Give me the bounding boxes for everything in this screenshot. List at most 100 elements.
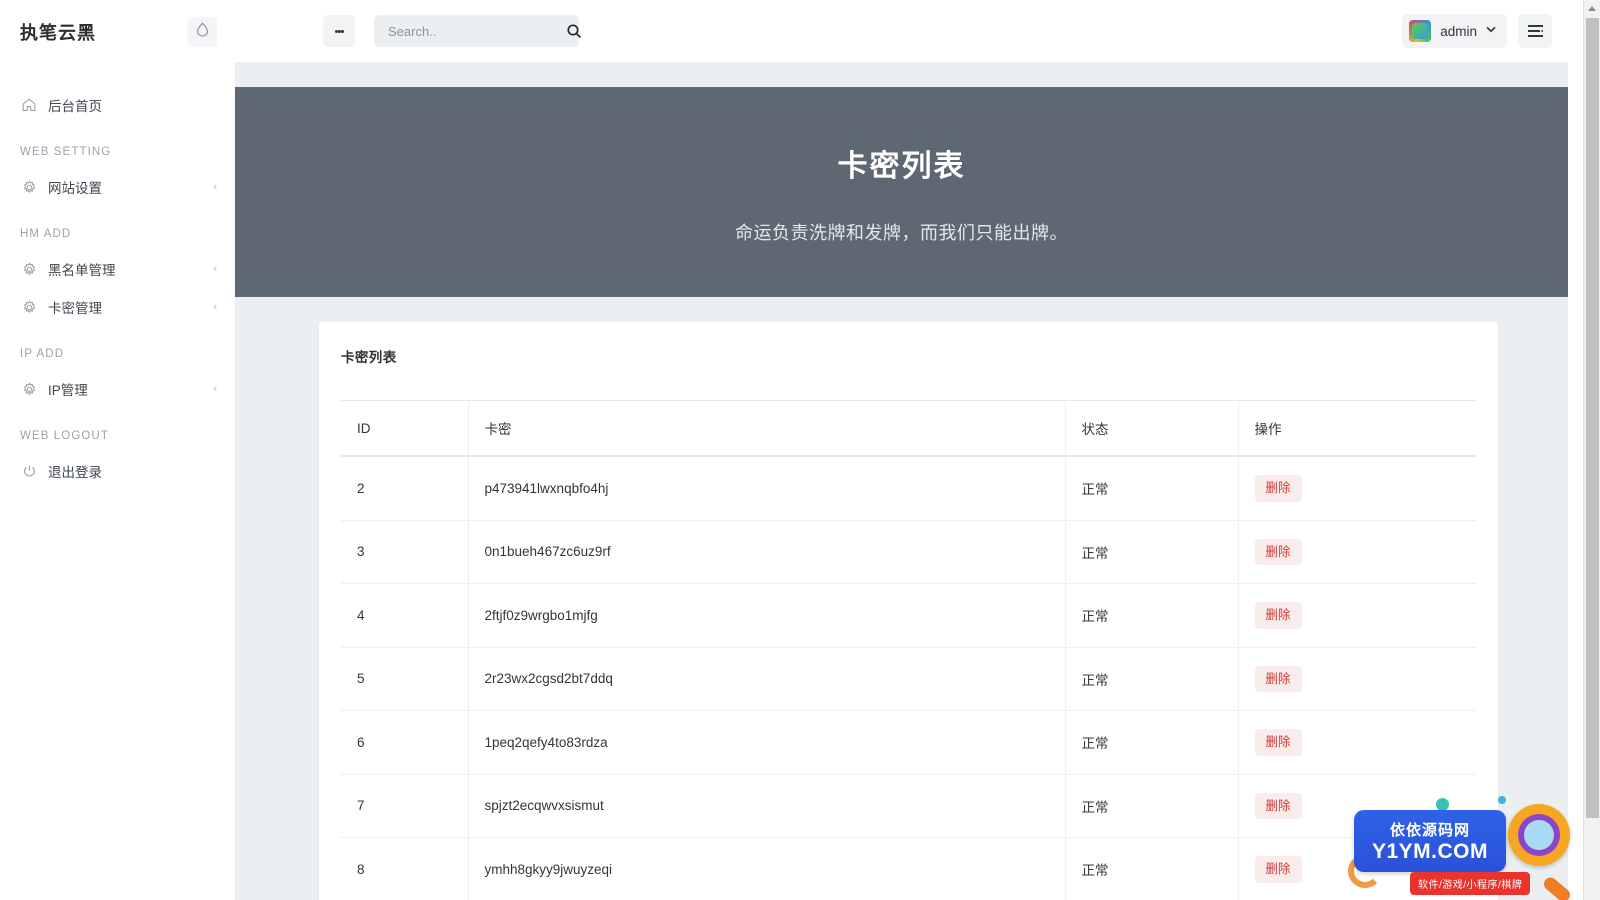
- sidebar-collapse-button[interactable]: [187, 17, 217, 47]
- cell-action: 删除: [1238, 837, 1476, 900]
- status-badge: 正常: [1065, 520, 1239, 584]
- cell-id: 6: [341, 710, 469, 775]
- page-scrollbar[interactable]: [1583, 0, 1600, 900]
- user-name: admin: [1440, 23, 1477, 39]
- kami-table: ID 卡密 状态 操作 2 p473941lwxnqbfo4hj 正常 删除 3…: [341, 400, 1476, 900]
- sidebar: 执笔云黑 后台首页 WEB SETTING 网站设置 ‹ HM ADD 黑名单管…: [0, 0, 235, 900]
- gear-icon: [20, 260, 38, 278]
- sidebar-item-label: 黑名单管理: [48, 263, 116, 278]
- column-header-id: ID: [341, 400, 469, 457]
- delete-button[interactable]: 删除: [1254, 792, 1302, 819]
- sidebar-section-hm-add: HM ADD: [20, 228, 72, 240]
- cell-kami: 0n1bueh467zc6uz9rf: [468, 520, 1066, 584]
- user-menu-button[interactable]: admin: [1402, 14, 1507, 48]
- topbar: admin: [235, 0, 1568, 62]
- delete-button[interactable]: 删除: [1254, 602, 1302, 629]
- topbar-right-group: admin: [1402, 14, 1552, 48]
- cell-kami: ymhh8gkyy9jwuyzeqi: [468, 837, 1066, 900]
- delete-button[interactable]: 删除: [1254, 475, 1302, 502]
- cell-id: 7: [341, 774, 469, 838]
- cell-action: 删除: [1238, 456, 1476, 521]
- table-head: ID 卡密 状态 操作: [341, 400, 1476, 457]
- app-root: 执笔云黑 后台首页 WEB SETTING 网站设置 ‹ HM ADD 黑名单管…: [0, 0, 1600, 900]
- sidebar-item-kami-manage[interactable]: 卡密管理 ‹: [0, 288, 235, 326]
- cell-id: 5: [341, 647, 469, 711]
- table-row: 5 2r23wx2cgsd2bt7ddq 正常 删除: [341, 647, 1476, 711]
- table-row: 3 0n1bueh467zc6uz9rf 正常 删除: [341, 520, 1476, 584]
- status-badge: 正常: [1065, 647, 1239, 711]
- chevron-left-icon: ‹: [213, 382, 217, 395]
- cell-id: 4: [341, 583, 469, 648]
- sidebar-section-web-setting: WEB SETTING: [20, 146, 112, 158]
- kami-list-card: 卡密列表 ID 卡密 状态 操作 2 p473941lwxnqbfo4hj 正常…: [319, 322, 1498, 900]
- main-content: 卡密列表 命运负责洗牌和发牌，而我们只能出牌。 卡密列表 ID 卡密 状态 操作: [235, 62, 1568, 900]
- status-badge: 正常: [1065, 456, 1239, 521]
- cell-action: 删除: [1238, 710, 1476, 775]
- sidebar-item-label: 卡密管理: [48, 301, 102, 316]
- cell-kami: 2ftjf0z9wrgbo1mjfg: [468, 583, 1066, 648]
- sidebar-item-blacklist-manage[interactable]: 黑名单管理 ‹: [0, 250, 235, 288]
- sidebar-item-ip-manage[interactable]: IP管理 ‹: [0, 370, 235, 408]
- search-bar[interactable]: [374, 15, 582, 47]
- sidebar-item-label: 后台首页: [48, 99, 102, 114]
- chevron-left-icon: ‹: [213, 300, 217, 313]
- chevron-down-icon: [1486, 26, 1496, 36]
- chevron-left-icon: ‹: [213, 180, 217, 193]
- page-hero-banner: 卡密列表 命运负责洗牌和发牌，而我们只能出牌。: [235, 87, 1568, 297]
- sidebar-item-label: IP管理: [48, 383, 88, 398]
- column-header-status: 状态: [1065, 400, 1239, 457]
- sidebar-item-label: 退出登录: [48, 465, 102, 480]
- cell-action: 删除: [1238, 774, 1476, 838]
- sidebar-brand-row: 执笔云黑: [0, 0, 235, 64]
- vertical-dots-icon[interactable]: [323, 15, 355, 47]
- sidebar-section-web-logout: WEB LOGOUT: [20, 430, 109, 442]
- status-badge: 正常: [1065, 837, 1239, 900]
- scrollbar-thumb[interactable]: [1586, 18, 1599, 818]
- delete-button[interactable]: 删除: [1254, 856, 1302, 883]
- column-header-action: 操作: [1238, 400, 1476, 457]
- gear-icon: [20, 178, 38, 196]
- droplet-icon: [196, 22, 209, 42]
- page-subtitle: 命运负责洗牌和发牌，而我们只能出牌。: [735, 223, 1068, 244]
- delete-button[interactable]: 删除: [1254, 729, 1302, 756]
- search-icon[interactable]: [566, 23, 582, 39]
- sidebar-section-ip-add: IP ADD: [20, 348, 65, 360]
- table-row: 4 2ftjf0z9wrgbo1mjfg 正常 删除: [341, 583, 1476, 648]
- sidebar-item-website-settings[interactable]: 网站设置 ‹: [0, 168, 235, 206]
- cell-id: 2: [341, 456, 469, 521]
- gear-icon: [20, 380, 38, 398]
- delete-button[interactable]: 删除: [1254, 665, 1302, 692]
- dot: [340, 29, 344, 33]
- delete-button[interactable]: 删除: [1254, 538, 1302, 565]
- table-row: 2 p473941lwxnqbfo4hj 正常 删除: [341, 456, 1476, 521]
- page-title: 卡密列表: [837, 150, 966, 184]
- sidebar-item-home[interactable]: 后台首页: [0, 86, 235, 124]
- chevron-left-icon: ‹: [213, 262, 217, 275]
- column-header-kami: 卡密: [468, 400, 1066, 457]
- table-body: 2 p473941lwxnqbfo4hj 正常 删除 3 0n1bueh467z…: [341, 456, 1476, 900]
- cell-kami: 1peq2qefy4to83rdza: [468, 710, 1066, 775]
- cell-action: 删除: [1238, 647, 1476, 711]
- sidebar-item-label: 网站设置: [48, 181, 102, 196]
- avatar: [1409, 20, 1432, 42]
- table-row: 6 1peq2qefy4to83rdza 正常 删除: [341, 710, 1476, 775]
- scrollbar-up-arrow[interactable]: [1584, 0, 1600, 17]
- list-menu-icon[interactable]: [1518, 14, 1552, 48]
- card-title: 卡密列表: [341, 350, 397, 365]
- gear-icon: [20, 298, 38, 316]
- status-badge: 正常: [1065, 710, 1239, 775]
- cell-kami: 2r23wx2cgsd2bt7ddq: [468, 647, 1066, 711]
- cell-action: 删除: [1238, 520, 1476, 584]
- sidebar-nav: 后台首页 WEB SETTING 网站设置 ‹ HM ADD 黑名单管理 ‹ 卡…: [0, 64, 235, 490]
- status-badge: 正常: [1065, 774, 1239, 838]
- home-icon: [20, 96, 38, 114]
- cell-kami: spjzt2ecqwvxsismut: [468, 774, 1066, 838]
- table-row: 8 ymhh8gkyy9jwuyzeqi 正常 删除: [341, 837, 1476, 900]
- cell-kami: p473941lwxnqbfo4hj: [468, 456, 1066, 521]
- search-input[interactable]: [386, 22, 566, 40]
- cell-id: 3: [341, 520, 469, 584]
- avatar-inner: [1412, 23, 1429, 39]
- sidebar-item-logout[interactable]: 退出登录: [0, 452, 235, 490]
- status-badge: 正常: [1065, 583, 1239, 648]
- brand-title: 执笔云黑: [20, 23, 96, 43]
